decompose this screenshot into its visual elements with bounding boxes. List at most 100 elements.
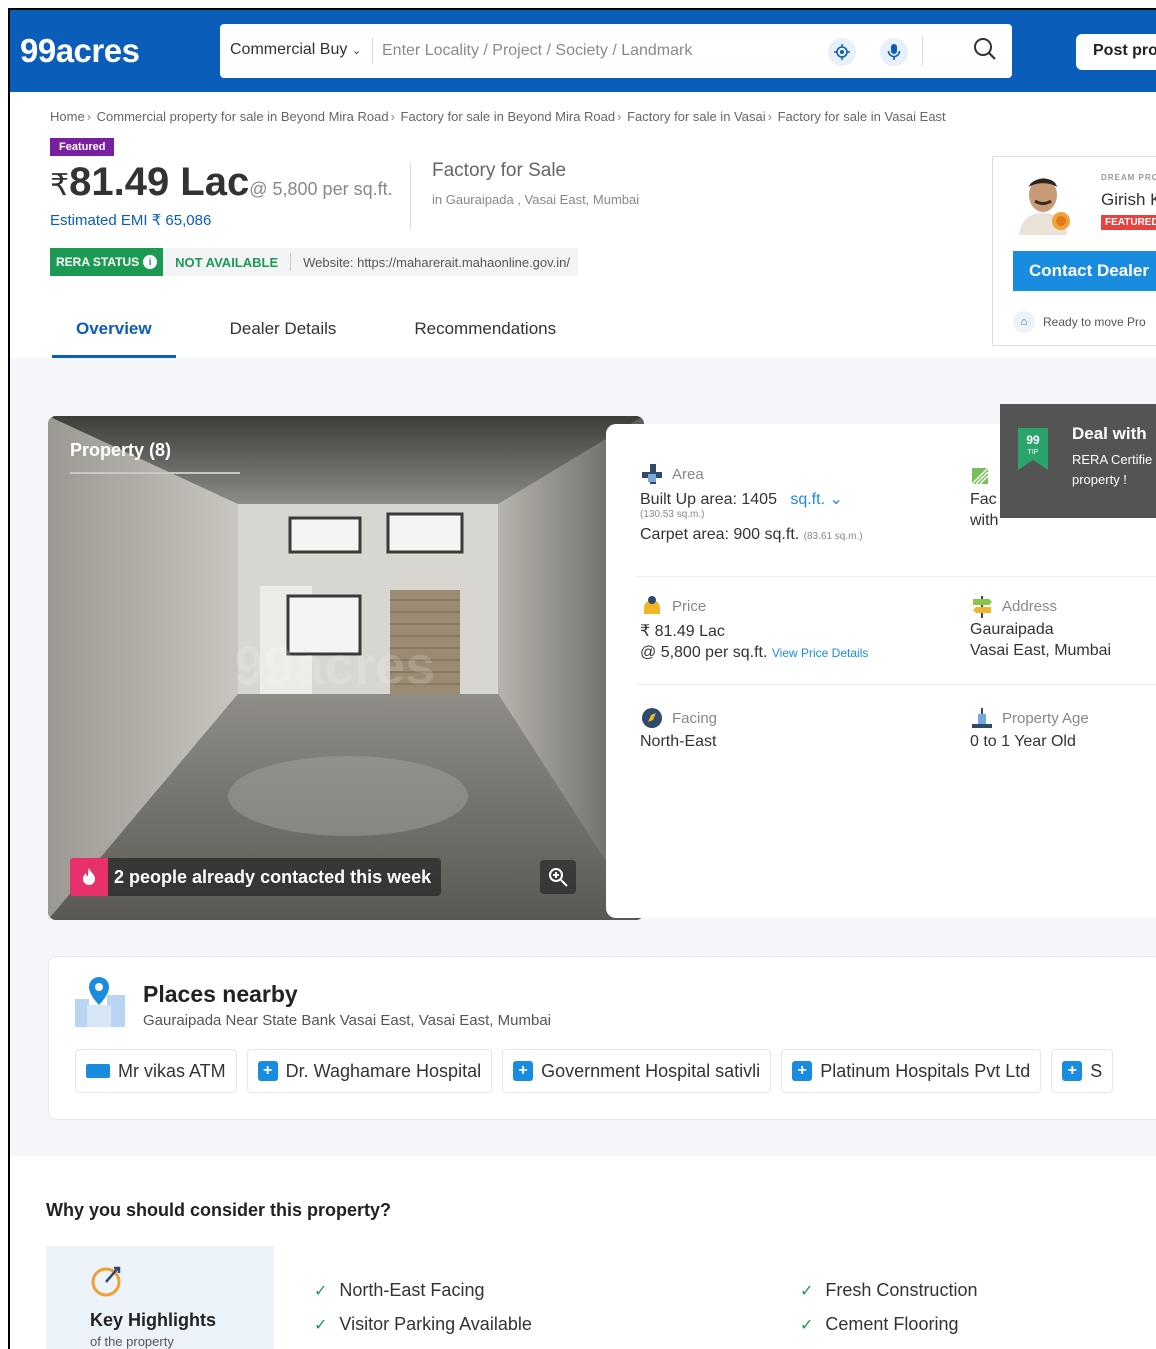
locate-me-icon[interactable]	[828, 38, 856, 66]
rera-status-row: RERA STATUS i NOT AVAILABLE Website: htt…	[50, 248, 579, 276]
facility-detail: Fac with	[970, 464, 998, 530]
breadcrumb: Home › Commercial property for sale in Be…	[50, 109, 946, 124]
check-icon: ✓	[314, 1316, 328, 1334]
divider	[636, 684, 1156, 685]
category-dropdown[interactable]: Commercial Buy ⌄	[230, 41, 361, 59]
key-highlights-subtitle: of the property	[90, 1334, 174, 1349]
map-pin-icon	[75, 977, 125, 1027]
contacted-banner: 2 people already contacted this week	[70, 858, 442, 896]
place-chip[interactable]: + Dr. Waghamare Hospital	[246, 1049, 493, 1093]
places-chips: Mr vikas ATM + Dr. Waghamare Hospital + …	[75, 1049, 1114, 1093]
top-navbar: 99acres Commercial Buy ⌄ Post prop	[10, 10, 1156, 92]
highlight-label: North-East Facing	[339, 1280, 485, 1300]
check-icon: ✓	[800, 1282, 814, 1300]
facing-value: North-East	[640, 733, 717, 750]
chevron-down-icon: ⌄	[351, 45, 362, 57]
tab-dealer-details[interactable]: Dealer Details	[206, 310, 361, 358]
places-nearby-section: Places nearby Gauraipada Near State Bank…	[48, 956, 1156, 1120]
building-age-icon	[972, 708, 992, 728]
dealer-featured-badge: FEATURED	[1101, 215, 1156, 230]
area-label: Area	[672, 465, 704, 483]
chevron-down-icon: ⌄	[829, 491, 843, 508]
price-tag-icon	[644, 596, 660, 614]
contacted-text: 2 people already contacted this week	[114, 866, 432, 887]
built-up-area: Built Up area: 1405	[640, 491, 777, 508]
why-title: Why you should consider this property?	[46, 1200, 392, 1220]
divider	[70, 472, 240, 474]
address-line2: Vasai East, Mumbai	[970, 642, 1112, 659]
place-chip-label: Government Hospital sativli	[541, 1060, 761, 1081]
carpet-sqm: (83.61 sq.m.)	[803, 531, 863, 542]
built-up-sqm: (130.53 sq.m.)	[640, 509, 705, 520]
price-detail: Price ₹ 81.49 Lac @ 5,800 per sq.ft. Vie…	[640, 594, 868, 662]
microphone-icon[interactable]	[880, 38, 908, 66]
unit-dropdown[interactable]: sq.ft. ⌄	[790, 491, 843, 508]
address-detail: Address Gauraipada Vasai East, Mumbai	[970, 594, 1111, 660]
highlight-item: ✓ Visitor Parking Available	[314, 1314, 532, 1335]
site-logo[interactable]: 99acres	[20, 32, 140, 70]
tab-overview[interactable]: Overview	[52, 310, 176, 358]
section-tabs: Overview Dealer Details Recommendations	[52, 310, 610, 358]
property-photo[interactable]: 99acres Property (8) 2 people already co…	[48, 416, 644, 920]
svg-text:99acres: 99acres	[234, 636, 435, 696]
facility-icon	[971, 467, 989, 485]
tip-title: Deal with	[1072, 424, 1147, 443]
emi-link[interactable]: Estimated EMI ₹ 65,086	[50, 211, 211, 229]
check-icon: ✓	[800, 1316, 814, 1334]
place-chip[interactable]: + Platinum Hospitals Pvt Ltd	[781, 1049, 1042, 1093]
place-chip[interactable]: + S	[1051, 1049, 1114, 1093]
search-icon[interactable]	[972, 36, 998, 67]
address-line1: Gauraipada	[970, 621, 1054, 638]
rera-status: NOT AVAILABLE	[175, 254, 279, 270]
rera-label: RERA STATUS	[56, 255, 140, 269]
breadcrumb-link[interactable]: Home	[50, 109, 85, 124]
breadcrumb-link[interactable]: Factory for sale in Vasai East	[778, 109, 946, 124]
featured-badge: Featured	[50, 138, 115, 156]
price-per-sqft: @ 5,800 per sq.ft.	[249, 179, 393, 199]
place-chip-label: S	[1090, 1060, 1103, 1081]
info-icon[interactable]: i	[143, 255, 158, 269]
key-highlights-box: Key Highlights of the property ✓ North-Ea…	[46, 1246, 1156, 1349]
svg-text:99: 99	[1026, 433, 1040, 447]
hospital-icon: +	[792, 1061, 813, 1081]
place-chip[interactable]: Mr vikas ATM	[75, 1049, 237, 1093]
check-icon: ✓	[314, 1282, 328, 1300]
view-price-details-link[interactable]: View Price Details	[772, 646, 868, 660]
property-age-detail: Property Age 0 to 1 Year Old	[970, 706, 1089, 751]
tab-recommendations[interactable]: Recommendations	[390, 310, 580, 358]
search-input[interactable]	[382, 36, 802, 66]
search-bar: Commercial Buy ⌄	[220, 24, 1012, 78]
highlights-list: ✓ North-East Facing ✓ Visitor Parking Avai…	[274, 1246, 1156, 1349]
age-value: 0 to 1 Year Old	[970, 733, 1076, 750]
property-type: Factory for Sale	[432, 160, 567, 181]
breadcrumb-link[interactable]: Commercial property for sale in Beyond M…	[97, 109, 389, 124]
tip-badge-icon: 99 TIP	[1018, 428, 1048, 470]
flame-icon	[70, 858, 108, 896]
dealer-name[interactable]: Girish K	[1101, 190, 1156, 210]
places-address: Gauraipada Near State Bank Vasai East, V…	[143, 1012, 551, 1029]
highlight-item: ✓ North-East Facing	[314, 1280, 484, 1301]
breadcrumb-link[interactable]: Factory for sale in Vasai	[627, 109, 765, 124]
zoom-in-icon[interactable]	[540, 860, 576, 894]
place-chip[interactable]: + Government Hospital sativli	[502, 1049, 772, 1093]
price-detail-value: ₹ 81.49 Lac	[640, 623, 725, 640]
contact-dealer-button[interactable]: Contact Dealer	[1013, 251, 1156, 291]
price-heading: ₹81.49 Lac@ 5,800 per sq.ft.	[50, 160, 393, 205]
area-detail: Area Built Up area: 1405 sq.ft. ⌄ (130.5…	[640, 462, 863, 544]
divider	[636, 576, 1156, 577]
breadcrumb-link[interactable]: Factory for sale in Beyond Mira Road	[401, 109, 616, 124]
rera-badge: RERA STATUS i	[50, 248, 164, 276]
age-label: Property Age	[1002, 709, 1089, 727]
hospital-icon: +	[257, 1061, 278, 1081]
hospital-icon: +	[1062, 1061, 1083, 1081]
page-frame: 99acres Commercial Buy ⌄ Post prop Home›	[8, 8, 1156, 1349]
dream-pro-label: DREAM PRO	[1101, 173, 1156, 182]
post-property-button[interactable]: Post prop	[1076, 34, 1156, 70]
tip-text: RERA Certifie property !	[1072, 452, 1153, 487]
category-label: Commercial Buy	[230, 41, 348, 58]
photo-count-title[interactable]: Property (8)	[70, 440, 171, 461]
key-highlights-title: Key Highlights	[90, 1310, 217, 1330]
rera-tip-banner[interactable]: 99 TIP Deal with RERA Certifie property …	[1000, 404, 1156, 518]
facing-label: Facing	[672, 709, 718, 727]
key-highlights-header: Key Highlights of the property	[46, 1246, 272, 1349]
